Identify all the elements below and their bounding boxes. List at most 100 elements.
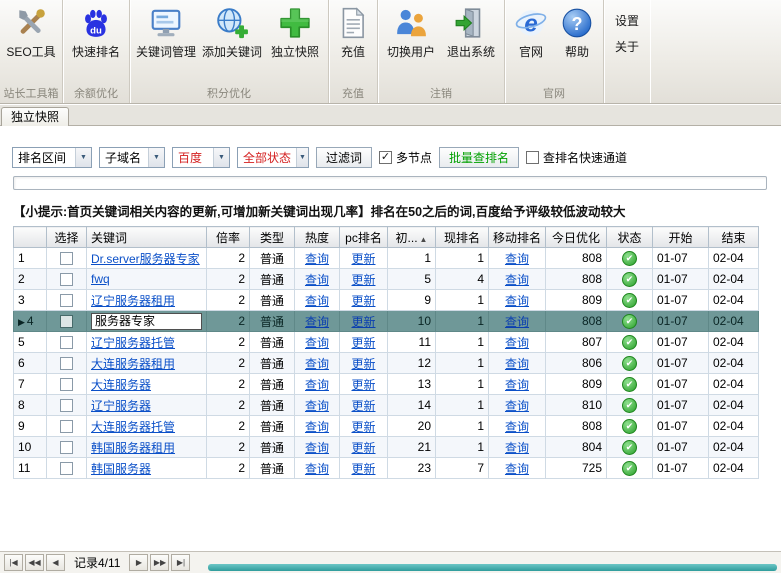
table-row[interactable]: 8辽宁服务器2普通查询更新141查询810✔01-0702-04	[14, 395, 759, 416]
row-checkbox[interactable]	[60, 294, 73, 307]
pc-update-link[interactable]: 更新	[351, 420, 375, 434]
heat-query-link[interactable]: 查询	[305, 462, 329, 476]
table-row-selected[interactable]: ▶4服务器专家2普通查询更新101查询808✔01-0702-04	[14, 311, 759, 332]
keyword-link[interactable]: 辽宁服务器托管	[91, 336, 175, 350]
column-header[interactable]: 结束	[709, 227, 759, 248]
heat-query-link[interactable]: 查询	[305, 336, 329, 350]
heat-query-link[interactable]: 查询	[305, 252, 329, 266]
column-header[interactable]: 状态	[607, 227, 653, 248]
tab-snapshot[interactable]: 独立快照	[1, 107, 69, 126]
pc-update-link[interactable]: 更新	[351, 273, 375, 287]
heat-query-link[interactable]: 查询	[305, 420, 329, 434]
pc-update-link[interactable]: 更新	[351, 315, 375, 329]
heat-query-link[interactable]: 查询	[305, 273, 329, 287]
status-dropdown[interactable]: 全部状态 ▼	[237, 147, 309, 168]
add-keyword-button[interactable]: 添加关键词	[199, 2, 265, 60]
table-row[interactable]: 10韩国服务器租用2普通查询更新211查询804✔01-0702-04	[14, 437, 759, 458]
keyword-manage-button[interactable]: 关键词管理	[133, 2, 199, 60]
mobile-query-link[interactable]: 查询	[505, 336, 529, 350]
keyword-link[interactable]: 辽宁服务器	[91, 399, 151, 413]
table-row[interactable]: 2fwq2普通查询更新54查询808✔01-0702-04	[14, 269, 759, 290]
keyword-link[interactable]: 辽宁服务器租用	[91, 294, 175, 308]
row-checkbox[interactable]	[60, 378, 73, 391]
logout-button[interactable]: 退出系统	[441, 2, 501, 60]
column-header[interactable]: 倍率	[207, 227, 250, 248]
keyword-link[interactable]: 大连服务器托管	[91, 420, 175, 434]
pc-update-link[interactable]: 更新	[351, 294, 375, 308]
mobile-query-link[interactable]: 查询	[505, 399, 529, 413]
keyword-link[interactable]: 韩国服务器租用	[91, 441, 175, 455]
row-checkbox[interactable]	[60, 357, 73, 370]
pc-update-link[interactable]: 更新	[351, 336, 375, 350]
table-row[interactable]: 11韩国服务器2普通查询更新237查询725✔01-0702-04	[14, 458, 759, 479]
table-row[interactable]: 6大连服务器租用2普通查询更新121查询806✔01-0702-04	[14, 353, 759, 374]
row-checkbox[interactable]	[60, 273, 73, 286]
mobile-query-link[interactable]: 查询	[505, 378, 529, 392]
column-header[interactable]: 选择	[47, 227, 87, 248]
horizontal-scrollbar-thumb[interactable]	[208, 564, 777, 571]
heat-query-link[interactable]: 查询	[305, 357, 329, 371]
nav-first-button[interactable]: |◀	[4, 554, 23, 571]
column-header[interactable]: pc排名	[340, 227, 388, 248]
row-checkbox[interactable]	[60, 336, 73, 349]
recharge-button[interactable]: 充值	[332, 2, 374, 60]
row-checkbox[interactable]	[60, 315, 73, 328]
row-checkbox[interactable]	[60, 399, 73, 412]
batch-query-button[interactable]: 批量查排名	[439, 147, 519, 168]
heat-query-link[interactable]: 查询	[305, 399, 329, 413]
rank-range-dropdown[interactable]: 排名区间 ▼	[12, 147, 92, 168]
multi-node-checkbox[interactable]: 多节点	[379, 149, 432, 166]
column-header[interactable]: 今日优化	[546, 227, 607, 248]
column-header[interactable]: 初...▲	[388, 227, 436, 248]
row-checkbox[interactable]	[60, 252, 73, 265]
mobile-query-link[interactable]: 查询	[505, 252, 529, 266]
snapshot-button[interactable]: 独立快照	[265, 2, 325, 60]
filter-word-button[interactable]: 过滤词	[316, 147, 372, 168]
heat-query-link[interactable]: 查询	[305, 378, 329, 392]
column-header[interactable]: 移动排名	[489, 227, 546, 248]
mobile-query-link[interactable]: 查询	[505, 294, 529, 308]
keyword-link[interactable]: 韩国服务器	[91, 462, 151, 476]
table-row[interactable]: 1Dr.server服务器专家2普通查询更新11查询808✔01-0702-04	[14, 248, 759, 269]
subdomain-dropdown[interactable]: 子域名 ▼	[99, 147, 165, 168]
switch-user-button[interactable]: 切换用户	[381, 2, 441, 60]
nav-prev-page-button[interactable]: ◀◀	[25, 554, 44, 571]
mobile-query-link[interactable]: 查询	[505, 441, 529, 455]
column-header[interactable]: 热度	[295, 227, 340, 248]
mobile-query-link[interactable]: 查询	[505, 357, 529, 371]
pc-update-link[interactable]: 更新	[351, 252, 375, 266]
pc-update-link[interactable]: 更新	[351, 399, 375, 413]
column-header[interactable]	[14, 227, 47, 248]
heat-query-link[interactable]: 查询	[305, 294, 329, 308]
table-row[interactable]: 9大连服务器托管2普通查询更新201查询808✔01-0702-04	[14, 416, 759, 437]
keyword-link[interactable]: Dr.server服务器专家	[91, 252, 200, 266]
pc-update-link[interactable]: 更新	[351, 378, 375, 392]
row-checkbox[interactable]	[60, 420, 73, 433]
column-header[interactable]: 类型	[250, 227, 295, 248]
table-row[interactable]: 3辽宁服务器租用2普通查询更新91查询809✔01-0702-04	[14, 290, 759, 311]
mobile-query-link[interactable]: 查询	[505, 420, 529, 434]
quick-channel-checkbox[interactable]: 查排名快速通道	[526, 149, 627, 166]
row-checkbox[interactable]	[60, 441, 73, 454]
pc-update-link[interactable]: 更新	[351, 357, 375, 371]
nav-next-page-button[interactable]: ▶▶	[150, 554, 169, 571]
mobile-query-link[interactable]: 查询	[505, 315, 529, 329]
engine-dropdown[interactable]: 百度 ▼	[172, 147, 230, 168]
keyword-link[interactable]: 大连服务器	[91, 378, 151, 392]
keyword-link[interactable]: 大连服务器租用	[91, 357, 175, 371]
nav-prev-button[interactable]: ◀	[46, 554, 65, 571]
table-row[interactable]: 5辽宁服务器托管2普通查询更新111查询807✔01-0702-04	[14, 332, 759, 353]
row-checkbox[interactable]	[60, 462, 73, 475]
website-button[interactable]: e 官网	[508, 2, 554, 60]
pc-update-link[interactable]: 更新	[351, 462, 375, 476]
keyword-editor[interactable]: 服务器专家	[91, 313, 202, 330]
nav-next-button[interactable]: ▶	[129, 554, 148, 571]
quick-rank-button[interactable]: du 快速排名	[66, 2, 126, 60]
column-header[interactable]: 现排名	[436, 227, 489, 248]
column-header[interactable]: 关键词	[87, 227, 207, 248]
about-button[interactable]: 关于	[615, 38, 639, 55]
heat-query-link[interactable]: 查询	[305, 315, 329, 329]
settings-button[interactable]: 设置	[615, 12, 639, 29]
table-row[interactable]: 7大连服务器2普通查询更新131查询809✔01-0702-04	[14, 374, 759, 395]
pc-update-link[interactable]: 更新	[351, 441, 375, 455]
